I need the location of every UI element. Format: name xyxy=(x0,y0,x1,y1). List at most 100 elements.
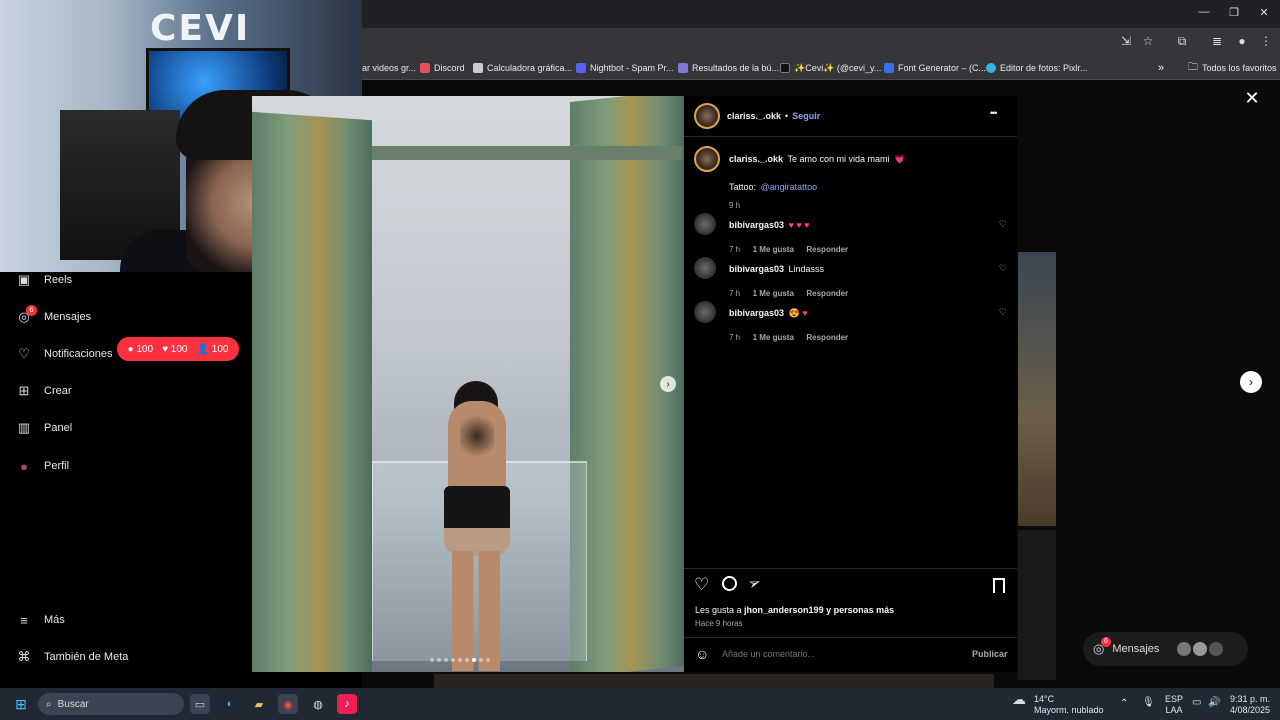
save-bookmark-icon[interactable] xyxy=(993,578,1005,593)
comment-avatar[interactable] xyxy=(694,301,716,323)
sidebar-item-dashboard[interactable]: ▥ Panel xyxy=(16,420,72,436)
chrome-icon[interactable]: ◉ xyxy=(278,694,298,714)
all-favorites-folder[interactable]: 🗀 Todos los favoritos xyxy=(1188,56,1277,80)
caption-emoji: 💗 xyxy=(894,154,906,164)
bookmark-item[interactable]: ✨Cevi✨ (@cevi_y... xyxy=(780,56,881,80)
tattoo-handle-link[interactable]: @angiratattoo xyxy=(760,182,817,192)
caption-avatar[interactable] xyxy=(694,146,720,172)
bookmark-item[interactable]: Calculadora gráfica... xyxy=(473,56,572,80)
comment-bubble-icon[interactable] xyxy=(722,576,737,591)
heart-icon: ♡ xyxy=(18,346,30,361)
taskbar-search[interactable]: ⌕ Buscar xyxy=(38,693,184,715)
bookmark-item[interactable]: Editor de fotos: Pixlr... xyxy=(986,56,1088,80)
comment-divider xyxy=(684,637,1017,638)
comment-likes[interactable]: 1 Me gusta xyxy=(753,289,794,298)
reply-button[interactable]: Responder xyxy=(806,333,848,342)
sidebar-item-notifications[interactable]: ♡ Notificaciones xyxy=(16,346,112,362)
like-heart-icon[interactable]: ♡ xyxy=(694,575,709,595)
person-skirt xyxy=(444,486,510,556)
comment-like-heart-icon[interactable]: ♡ xyxy=(999,263,1007,274)
messenger-icon: ◎ 6 xyxy=(1093,637,1111,657)
bookmark-item[interactable]: Nightbot - Spam Pr... xyxy=(576,56,674,80)
weather-icon[interactable]: ☁ xyxy=(1012,692,1026,706)
caption: clariss._.okk Te amo con mi vida mami 💗 … xyxy=(729,149,999,210)
likes-suffix[interactable]: y personas más xyxy=(824,605,894,615)
comment-like-heart-icon[interactable]: ♡ xyxy=(999,307,1007,318)
likes-username[interactable]: jhon_anderson199 xyxy=(744,605,824,615)
follow-button[interactable]: Seguir xyxy=(792,111,820,121)
profile-avatar-icon[interactable]: ● xyxy=(1234,34,1250,48)
messages-pill[interactable]: ◎ 6 Mensajes xyxy=(1083,632,1248,666)
comment-likes[interactable]: 1 Me gusta xyxy=(753,333,794,342)
comment-time: 7 h xyxy=(729,333,741,342)
task-view-icon[interactable]: ▭ xyxy=(190,694,210,714)
left-door xyxy=(252,111,372,672)
close-post-icon[interactable]: ✕ xyxy=(1242,88,1262,109)
bookmark-item[interactable]: Discord xyxy=(420,56,465,80)
weather-widget[interactable]: 14°C Mayorm. nublado xyxy=(1034,694,1104,716)
caption-username[interactable]: clariss._.okk xyxy=(729,154,783,164)
background-thumbnail xyxy=(1018,252,1056,526)
bookmark-item[interactable]: Font Generator – (C... xyxy=(884,56,986,80)
author-avatar[interactable] xyxy=(694,103,720,129)
extensions-icon[interactable]: ⧉ xyxy=(1174,34,1190,49)
microphone-icon[interactable]: 🎙 xyxy=(1142,697,1155,708)
obs-icon[interactable]: ◍ xyxy=(308,694,328,714)
reply-button[interactable]: Responder xyxy=(806,245,848,254)
comment-username[interactable]: bibivargas03 xyxy=(729,220,784,230)
sidebar-item-create[interactable]: ⊞ Crear xyxy=(16,383,72,399)
publish-button[interactable]: Publicar xyxy=(972,649,1008,659)
browser-menu-icon[interactable]: ⋮ xyxy=(1258,34,1274,48)
comment-likes[interactable]: 1 Me gusta xyxy=(753,245,794,254)
weather-desc: Mayorm. nublado xyxy=(1034,705,1104,715)
messages-badge: 6 xyxy=(26,305,37,316)
carousel-dot xyxy=(472,658,476,662)
bookmark-star-icon[interactable]: ☆ xyxy=(1140,34,1156,48)
reply-button[interactable]: Responder xyxy=(806,289,848,298)
header-divider xyxy=(684,136,1017,137)
notifications-tooltip[interactable]: ● 100 ♥ 100 👤 100 xyxy=(117,337,239,361)
comment-input[interactable] xyxy=(722,647,942,661)
network-icon[interactable]: ▭ xyxy=(1192,697,1201,708)
sidebar-item-more[interactable]: ≡ Más xyxy=(16,612,65,628)
emoji-picker-icon[interactable]: ☺ xyxy=(695,646,709,662)
person-legs xyxy=(452,551,500,671)
comment-username[interactable]: bibivargas03 xyxy=(729,308,784,318)
clock[interactable]: 9:31 p. m. 4/08/2025 xyxy=(1226,694,1270,716)
volume-icon[interactable]: 🔊 xyxy=(1208,697,1220,708)
next-post-button[interactable]: › xyxy=(1240,371,1262,393)
share-send-icon[interactable]: ➢ xyxy=(745,572,764,593)
carousel-next-button[interactable]: › xyxy=(660,376,676,392)
neon-sign: CEVI xyxy=(150,8,251,49)
tiktok-icon[interactable]: ♪ xyxy=(337,694,357,714)
language-indicator[interactable]: ESP LAA xyxy=(1165,694,1183,716)
comment-like-heart-icon[interactable]: ♡ xyxy=(999,219,1007,230)
more-options-icon[interactable]: ••• xyxy=(990,108,998,118)
bookmark-item[interactable]: ar videos gr... xyxy=(362,56,416,80)
bookmark-item[interactable]: Resultados de la bú... xyxy=(678,56,779,80)
comment-item: bibivargas03 Lindasss 7 h 1 Me gusta Res… xyxy=(729,259,848,301)
like-count: ♥ 100 xyxy=(162,343,188,355)
bookmarks-overflow-button[interactable]: » xyxy=(1158,56,1164,80)
comment-avatar[interactable] xyxy=(694,257,716,279)
comment-count: ● 100 xyxy=(127,343,154,355)
comment-username[interactable]: bibivargas03 xyxy=(729,264,784,274)
post-photo[interactable] xyxy=(252,96,684,672)
weather-temp: 14°C xyxy=(1034,694,1055,704)
minimize-icon[interactable]: — xyxy=(1196,6,1212,18)
close-window-icon[interactable]: ✕ xyxy=(1256,6,1272,19)
carousel-dot xyxy=(451,658,455,662)
author-username[interactable]: clariss._.okk xyxy=(727,111,781,121)
file-explorer-icon[interactable]: ▰ xyxy=(249,694,269,714)
sidebar-item-also-from-meta[interactable]: ⌘ También de Meta xyxy=(16,649,129,665)
media-controls-icon[interactable]: ≣ xyxy=(1209,34,1225,48)
windows-start-icon[interactable]: ⊞ xyxy=(11,694,31,714)
meta-icon: ⌘ xyxy=(17,649,31,664)
install-app-icon[interactable]: ⇲ xyxy=(1118,34,1134,48)
edge-icon[interactable]: ◐ xyxy=(220,694,240,714)
sidebar-item-profile[interactable]: ● Perfil xyxy=(16,458,69,474)
tray-overflow-icon[interactable]: ⌃ xyxy=(1120,698,1128,709)
sidebar-item-reels[interactable]: ▣ Reels xyxy=(16,272,72,288)
comment-avatar[interactable] xyxy=(694,213,716,235)
maximize-icon[interactable]: ❐ xyxy=(1226,6,1242,19)
